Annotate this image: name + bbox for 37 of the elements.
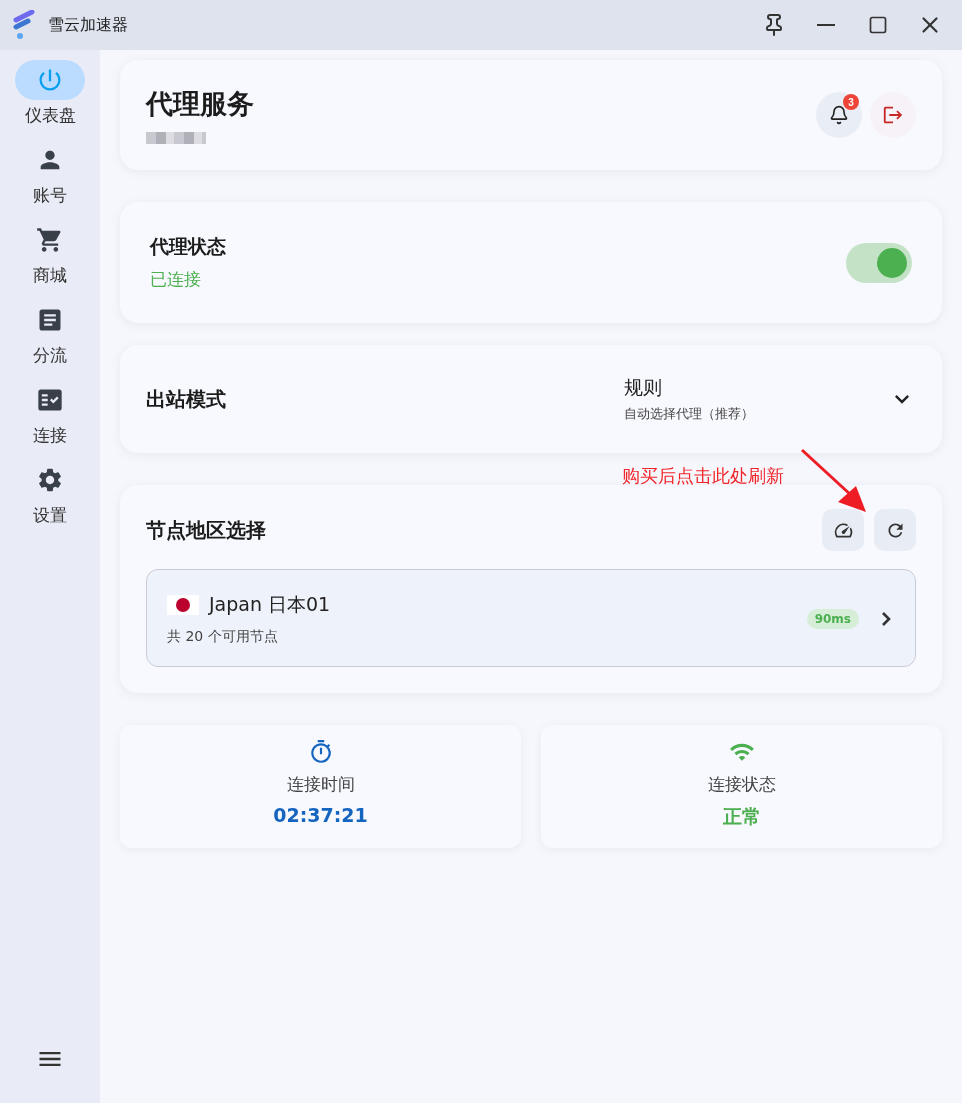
node-count: 共 20 个可用节点 <box>167 628 279 646</box>
stat-label: 连接状态 <box>707 773 776 796</box>
logout-icon <box>882 104 904 126</box>
stat-value: 02:37:21 <box>273 804 368 826</box>
mode-value: 规则 <box>624 375 663 400</box>
nav-label[interactable]: 分流 <box>33 344 67 367</box>
japan-flag-icon <box>167 595 199 615</box>
window-title: 雪云加速器 <box>48 14 129 36</box>
stat-value: 正常 <box>722 804 761 829</box>
app-logo-icon <box>12 10 36 40</box>
nav-label[interactable]: 仪表盘 <box>24 104 76 127</box>
logout-button[interactable] <box>870 92 916 138</box>
bell-icon <box>829 105 849 125</box>
card-title: 代理状态 <box>150 234 227 259</box>
mode-description: 自动选择代理（推荐） <box>624 405 755 423</box>
latency-badge: 90ms <box>806 609 859 629</box>
node-selector[interactable]: Japan 日本01 共 20 个可用节点 90ms <box>146 569 916 667</box>
nav-label[interactable]: 设置 <box>33 504 67 527</box>
proxy-toggle[interactable] <box>846 242 912 283</box>
chevron-right-icon <box>881 611 891 627</box>
minimize-icon <box>817 24 835 26</box>
node-name: Japan 日本01 <box>209 592 331 617</box>
nav-label[interactable]: 连接 <box>33 424 67 447</box>
nav-label[interactable]: 账号 <box>33 184 67 207</box>
redacted-text <box>146 132 206 144</box>
status-text: 已连接 <box>150 268 202 291</box>
notification-button[interactable]: 3 <box>816 92 862 138</box>
speed-test-button[interactable] <box>822 509 864 551</box>
nav-label[interactable]: 商城 <box>33 264 67 287</box>
card-title: 节点地区选择 <box>146 516 267 544</box>
notification-badge: 3 <box>843 94 859 110</box>
annotation-text: 购买后点击此处刷新 <box>622 464 784 488</box>
stat-label: 连接时间 <box>286 773 355 796</box>
page-title: 代理服务 <box>146 87 255 121</box>
card-title: 出站模式 <box>146 385 226 413</box>
refresh-button[interactable] <box>874 509 916 551</box>
maximize-icon <box>868 15 888 35</box>
